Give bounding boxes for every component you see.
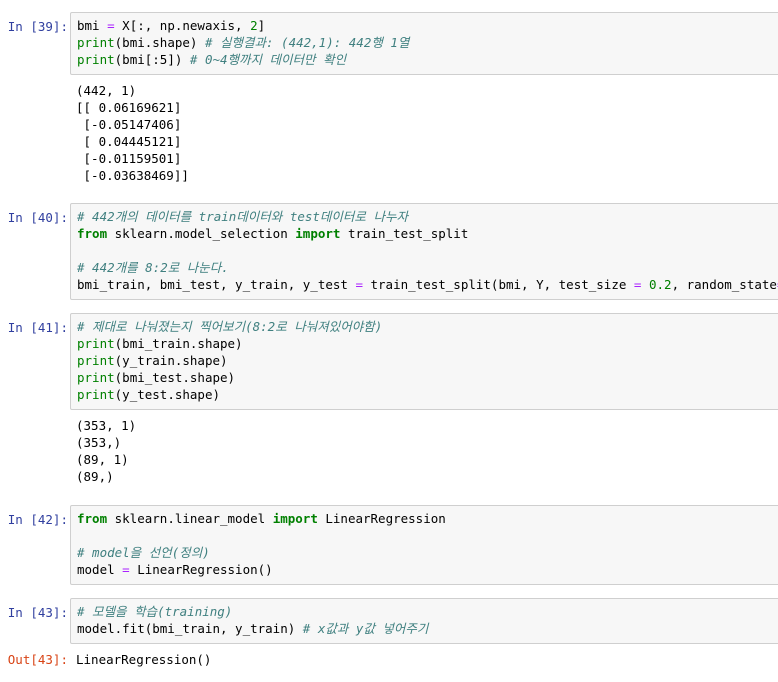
cell-output: (442, 1) [[ 0.06169621] [-0.05147406] [ … bbox=[76, 83, 189, 183]
code-token: (bmi.shape) bbox=[114, 35, 205, 50]
code-line: # 442개를 8:2로 나눈다. bbox=[77, 259, 773, 276]
code-comment: # 442개를 8:2로 나눈다. bbox=[77, 260, 229, 275]
code-line: print(y_test.shape) bbox=[77, 386, 773, 403]
code-token: print bbox=[77, 370, 115, 385]
code-token: , random_state bbox=[671, 277, 777, 292]
code-line: # 제대로 나눠졌는지 찍어보기(8:2로 나눠져있어야함) bbox=[77, 318, 773, 335]
code-comment: # 모델을 학습(training) bbox=[77, 604, 233, 619]
input-prompt: In [43]: bbox=[7, 605, 68, 620]
code-token: import bbox=[272, 511, 318, 526]
input-prompt: In [41]: bbox=[7, 320, 68, 335]
code-token: model.fit(bmi_train, y_train) bbox=[77, 621, 303, 636]
code-line: print(bmi_train.shape) bbox=[77, 335, 773, 352]
code-comment: # 제대로 나눠졌는지 찍어보기(8:2로 나눠져있어야함) bbox=[77, 319, 383, 334]
code-input[interactable]: bmi = X[:, np.newaxis, 2] print(bmi.shape… bbox=[70, 12, 778, 75]
code-input[interactable]: # 모델을 학습(training) model.fit(bmi_train, y… bbox=[70, 598, 778, 644]
code-line: # 모델을 학습(training) bbox=[77, 603, 773, 620]
code-token: (y_test.shape) bbox=[114, 387, 220, 402]
code-token: (bmi_train.shape) bbox=[114, 336, 243, 351]
code-line: print(y_train.shape) bbox=[77, 352, 773, 369]
code-token: 0.2 bbox=[648, 277, 672, 292]
code-comment: # 0~4행까지 데이터만 확인 bbox=[189, 52, 347, 67]
code-token: import bbox=[295, 226, 341, 241]
code-token: 2 bbox=[250, 18, 258, 33]
code-token: train_test_split bbox=[340, 226, 469, 241]
code-comment: # 실행결과: (442,1): 442행 1열 bbox=[204, 35, 410, 50]
code-input[interactable]: # 제대로 나눠졌는지 찍어보기(8:2로 나눠져있어야함) print(bmi_… bbox=[70, 313, 778, 410]
code-token: = bbox=[355, 277, 363, 292]
code-token: (bmi_test.shape) bbox=[114, 370, 236, 385]
code-token: (y_train.shape) bbox=[114, 353, 228, 368]
code-token: from bbox=[77, 226, 108, 241]
input-prompt: In [40]: bbox=[7, 210, 68, 225]
code-comment: # x값과 y값 넣어주기 bbox=[302, 621, 429, 636]
code-line: model.fit(bmi_train, y_train) # x값과 y값 넣… bbox=[77, 620, 773, 637]
code-token: sklearn.model_selection bbox=[107, 226, 296, 241]
code-line: bmi = X[:, np.newaxis, 2] bbox=[77, 17, 773, 34]
code-token: bmi_train, bmi_test, y_train, y_test bbox=[77, 277, 356, 292]
code-token: bmi bbox=[77, 18, 108, 33]
code-token: print bbox=[77, 35, 115, 50]
code-line: print(bmi[:5]) # 0~4행까지 데이터만 확인 bbox=[77, 51, 773, 68]
code-token: sklearn.linear_model bbox=[107, 511, 273, 526]
code-token: print bbox=[77, 52, 115, 67]
code-line: print(bmi_test.shape) bbox=[77, 369, 773, 386]
code-token: LinearRegression bbox=[317, 511, 446, 526]
code-input[interactable]: from sklearn.linear_model import LinearR… bbox=[70, 505, 778, 585]
code-token: model bbox=[77, 562, 123, 577]
output-prompt: Out[43]: bbox=[7, 652, 68, 667]
code-token: ] bbox=[257, 18, 266, 33]
code-token: = bbox=[107, 18, 115, 33]
code-token: (bmi[:5]) bbox=[114, 52, 190, 67]
code-token: print bbox=[77, 387, 115, 402]
code-line: print(bmi.shape) # 실행결과: (442,1): 442행 1… bbox=[77, 34, 773, 51]
code-input[interactable]: # 442개의 데이터를 train데이터와 test데이터로 나누자 from … bbox=[70, 203, 778, 300]
code-token: LinearRegression() bbox=[129, 562, 273, 577]
code-token: print bbox=[77, 353, 115, 368]
code-line: model = LinearRegression() bbox=[77, 561, 773, 578]
code-comment: # model을 선언(정의) bbox=[77, 545, 210, 560]
code-line: from sklearn.model_selection import trai… bbox=[77, 225, 773, 242]
code-line: bmi_train, bmi_test, y_train, y_test = t… bbox=[77, 276, 778, 293]
code-token: train_test_split(bmi, Y, test_size bbox=[362, 277, 634, 292]
input-prompt: In [39]: bbox=[7, 19, 68, 34]
code-token: = bbox=[122, 562, 130, 577]
cell-output: (353, 1) (353,) (89, 1) (89,) bbox=[76, 418, 137, 484]
code-token: from bbox=[77, 511, 108, 526]
code-token: X[:, np.newaxis, bbox=[114, 18, 251, 33]
cell-output: LinearRegression() bbox=[76, 652, 212, 667]
input-prompt: In [42]: bbox=[7, 512, 68, 527]
code-line: # 442개의 데이터를 train데이터와 test데이터로 나누자 bbox=[77, 208, 773, 225]
code-comment: # 442개의 데이터를 train데이터와 test데이터로 나누자 bbox=[77, 209, 408, 224]
code-line: from sklearn.linear_model import LinearR… bbox=[77, 510, 773, 527]
code-token: print bbox=[77, 336, 115, 351]
code-line: # model을 선언(정의) bbox=[77, 544, 773, 561]
